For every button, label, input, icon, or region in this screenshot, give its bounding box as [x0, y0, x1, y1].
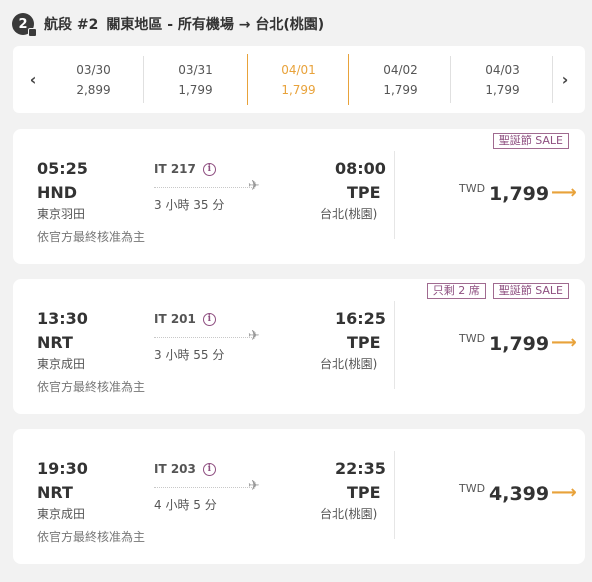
plane-icon: ✈ [248, 328, 260, 344]
segment-header: 2 航段 #2 關東地區 - 所有機場 → 台北(桃園) [12, 11, 324, 37]
date-option[interactable]: 04/02 1,799 [350, 54, 451, 105]
select-arrow-icon[interactable]: ⟶ [551, 182, 577, 203]
arrival-city: 台北(桃園) [320, 507, 378, 521]
prev-date-button[interactable]: ‹ [21, 46, 45, 113]
card-divider [394, 151, 395, 239]
departure-city: 東京成田 [37, 507, 86, 521]
date-price: 1,799 [485, 82, 520, 97]
route-line [154, 487, 254, 488]
departure-airport-code: NRT [37, 483, 73, 502]
flight-number-label: IT 203 [154, 462, 196, 476]
date-selector: ‹ 03/30 2,899 03/31 1,799 04/01 1,799 04… [13, 46, 585, 113]
flight-number: IT 203 i [154, 462, 216, 476]
flight-card[interactable]: 19:30 NRT 東京成田 依官方最終核准為主 IT 203 i ✈ 4 小時… [13, 429, 585, 564]
arrival-time: 22:35 [335, 459, 386, 478]
flight-card[interactable]: 聖誕節 SALE 05:25 HND 東京羽田 依官方最終核准為主 IT 217… [13, 129, 585, 264]
date-label: 04/01 [281, 62, 316, 77]
info-icon[interactable]: i [202, 462, 216, 476]
plane-icon: ✈ [248, 178, 260, 194]
arrival-time: 08:00 [335, 159, 386, 178]
flight-duration: 4 小時 5 分 [154, 498, 217, 512]
date-divider [450, 56, 451, 103]
selected-border-right [348, 54, 349, 105]
price-currency: TWD [459, 482, 486, 495]
flight-tags: 只剩 2 席 聖誕節 SALE [426, 283, 569, 299]
departure-time: 13:30 [37, 309, 88, 328]
price-currency: TWD [459, 182, 486, 195]
card-divider [394, 451, 395, 539]
route-line [154, 187, 254, 188]
flight-card[interactable]: 只剩 2 席 聖誕節 SALE 13:30 NRT 東京成田 依官方最終核准為主… [13, 279, 585, 414]
select-arrow-icon[interactable]: ⟶ [551, 482, 577, 503]
flight-number: IT 217 i [154, 162, 216, 176]
departure-time: 05:25 [37, 159, 88, 178]
date-option[interactable]: 03/31 1,799 [145, 54, 246, 105]
approval-note: 依官方最終核准為主 [37, 230, 146, 244]
selected-border-left [247, 54, 248, 105]
date-label: 04/02 [383, 62, 418, 77]
flight-price[interactable]: 1,799 [489, 333, 549, 355]
arrival-airport-code: TPE [347, 333, 381, 352]
flight-price[interactable]: 4,399 [489, 483, 549, 505]
flight-number-label: IT 217 [154, 162, 196, 176]
departure-city: 東京羽田 [37, 207, 86, 221]
sale-tag: 聖誕節 SALE [492, 283, 569, 299]
flight-duration: 3 小時 35 分 [154, 198, 225, 212]
approval-note: 依官方最終核准為主 [37, 530, 146, 544]
flight-price[interactable]: 1,799 [489, 183, 549, 205]
date-price: 1,799 [383, 82, 418, 97]
departure-city: 東京成田 [37, 357, 86, 371]
arrival-city: 台北(桃園) [320, 357, 378, 371]
arrival-time: 16:25 [335, 309, 386, 328]
flight-number-label: IT 201 [154, 312, 196, 326]
date-label: 03/31 [178, 62, 213, 77]
arrival-airport-code: TPE [347, 483, 381, 502]
date-option[interactable]: 03/30 2,899 [43, 54, 144, 105]
segment-title: 航段 #2 關東地區 - 所有機場 → 台北(桃園) [44, 14, 324, 34]
flight-tags: 聖誕節 SALE [492, 133, 569, 149]
approval-note: 依官方最終核准為主 [37, 380, 146, 394]
segment-route: 關東地區 - 所有機場 → 台北(桃園) [106, 17, 325, 33]
select-arrow-icon[interactable]: ⟶ [551, 332, 577, 353]
route-line [154, 337, 254, 338]
date-option[interactable]: 04/03 1,799 [452, 54, 553, 105]
segment-number-badge: 2 [12, 13, 37, 37]
info-icon[interactable]: i [202, 312, 216, 326]
chevron-right-icon: › [561, 70, 569, 89]
flight-duration: 3 小時 55 分 [154, 348, 225, 362]
plane-icon: ✈ [248, 478, 260, 494]
date-label: 04/03 [485, 62, 520, 77]
card-divider [394, 301, 395, 389]
chevron-left-icon: ‹ [29, 70, 37, 89]
departure-airport-code: NRT [37, 333, 73, 352]
date-label: 03/30 [76, 62, 111, 77]
date-price: 1,799 [178, 82, 213, 97]
arrival-airport-code: TPE [347, 183, 381, 202]
price-currency: TWD [459, 332, 486, 345]
arrival-city: 台北(桃園) [320, 207, 378, 221]
flight-number: IT 201 i [154, 312, 216, 326]
segment-number: 2 [18, 16, 28, 32]
seats-left-tag: 只剩 2 席 [426, 283, 486, 299]
date-price: 2,899 [76, 82, 111, 97]
departure-airport-code: HND [37, 183, 78, 202]
departure-time: 19:30 [37, 459, 88, 478]
date-divider [143, 56, 144, 103]
info-icon[interactable]: i [202, 162, 216, 176]
date-option-selected[interactable]: 04/01 1,799 [247, 54, 349, 105]
segment-label: 航段 #2 [44, 17, 99, 33]
badge-corner-icon [28, 28, 37, 37]
sale-tag: 聖誕節 SALE [492, 133, 569, 149]
next-date-button[interactable]: › [553, 46, 577, 113]
date-price: 1,799 [281, 82, 316, 97]
